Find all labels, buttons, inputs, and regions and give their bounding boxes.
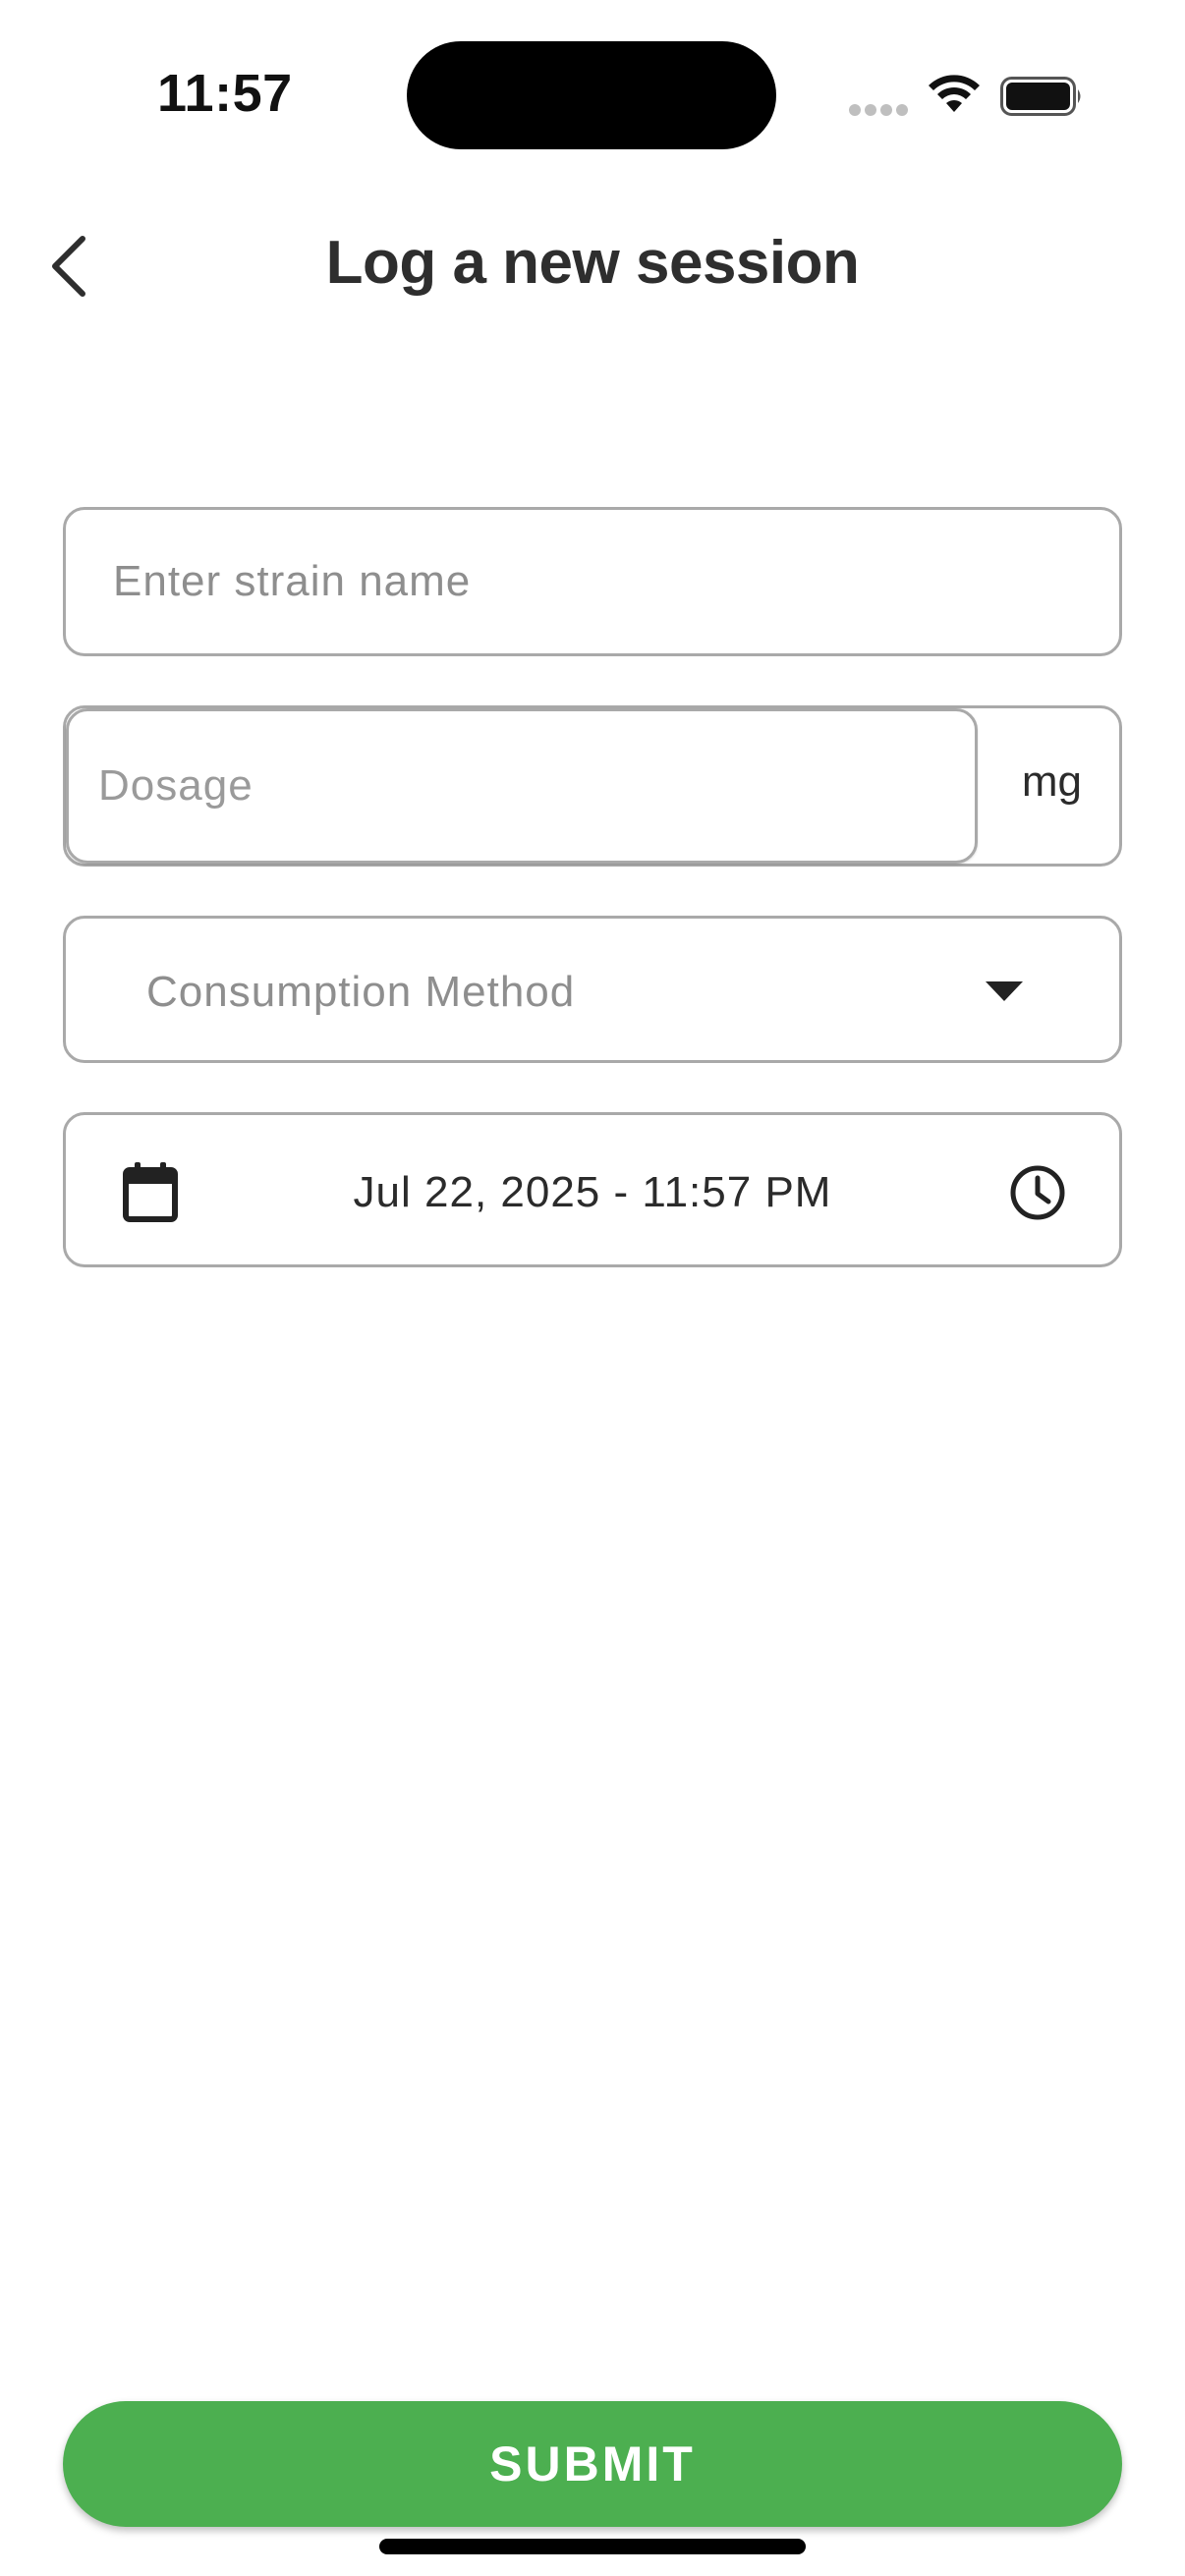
- consumption-method-label: Consumption Method: [146, 968, 576, 1016]
- consumption-method-dropdown[interactable]: Consumption Method: [63, 916, 1122, 1063]
- status-time: 11:57: [157, 64, 293, 123]
- page-title: Log a new session: [325, 229, 860, 297]
- strain-name-field[interactable]: [63, 507, 1122, 656]
- dosage-unit-label: mg: [1021, 757, 1082, 806]
- submit-button[interactable]: SUBMIT: [63, 2401, 1122, 2527]
- dosage-field[interactable]: [66, 708, 978, 864]
- clock-icon[interactable]: [1009, 1164, 1066, 1221]
- battery-icon: [1000, 77, 1081, 116]
- log-session-screen: 11:57 Log a new session mg Consumption M…: [0, 0, 1185, 2576]
- dosage-input[interactable]: [98, 711, 943, 861]
- dynamic-island: [407, 41, 776, 149]
- signal-dots-icon: [849, 104, 908, 116]
- datetime-value: Jul 22, 2025 - 11:57 PM: [353, 1168, 832, 1216]
- home-indicator: [379, 2539, 806, 2554]
- dosage-group: mg: [63, 705, 1122, 867]
- wifi-icon: [929, 75, 980, 112]
- strain-name-input[interactable]: [113, 510, 1076, 653]
- dropdown-arrow-icon: [986, 981, 1023, 1001]
- datetime-picker[interactable]: Jul 22, 2025 - 11:57 PM: [63, 1112, 1122, 1267]
